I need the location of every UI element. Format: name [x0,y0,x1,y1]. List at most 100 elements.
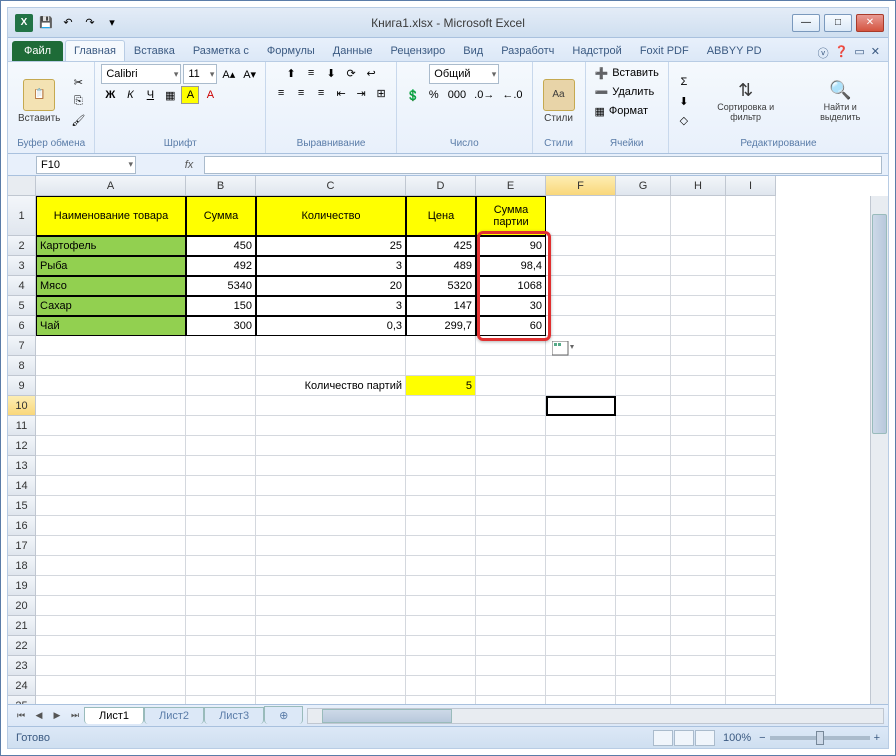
page-layout-view-button[interactable] [674,730,694,746]
cell-A6[interactable]: Чай [36,316,186,336]
cell-E23[interactable] [476,656,546,676]
undo-icon[interactable]: ↶ [58,13,78,33]
cell-E20[interactable] [476,596,546,616]
font-color-icon[interactable]: A [201,86,219,104]
cell-H18[interactable] [671,556,726,576]
cell-D23[interactable] [406,656,476,676]
cell-F18[interactable] [546,556,616,576]
tab-review[interactable]: Рецензиро [382,40,455,61]
cell-H7[interactable] [671,336,726,356]
save-icon[interactable]: 💾 [36,13,56,33]
maximize-button[interactable]: □ [824,14,852,32]
cell-E18[interactable] [476,556,546,576]
cell-B5[interactable]: 150 [186,296,256,316]
cell-I12[interactable] [726,436,776,456]
cell-B1[interactable]: Сумма [186,196,256,236]
cell-H11[interactable] [671,416,726,436]
vertical-scrollbar[interactable] [870,196,888,704]
hscroll-thumb[interactable] [322,709,452,723]
align-bottom-icon[interactable]: ⬇ [322,64,340,82]
cell-D17[interactable] [406,536,476,556]
tab-layout[interactable]: Разметка с [184,40,258,61]
sheet-tab-2[interactable]: Лист2 [144,707,204,724]
cell-B22[interactable] [186,636,256,656]
zoom-out-button[interactable]: − [759,732,765,744]
tab-formulas[interactable]: Формулы [258,40,324,61]
cell-A15[interactable] [36,496,186,516]
cells-grid[interactable]: Наименование товараСуммаКоличествоЦенаСу… [36,196,870,704]
cell-A1[interactable]: Наименование товара [36,196,186,236]
doc-close-icon[interactable]: ✕ [871,45,880,61]
cell-I23[interactable] [726,656,776,676]
cell-H17[interactable] [671,536,726,556]
format-cells-button[interactable]: ▦Формат [592,102,662,120]
cell-D8[interactable] [406,356,476,376]
cell-H4[interactable] [671,276,726,296]
cell-D16[interactable] [406,516,476,536]
cell-E7[interactable] [476,336,546,356]
row-header-8[interactable]: 8 [8,356,36,376]
cell-B7[interactable] [186,336,256,356]
cell-H6[interactable] [671,316,726,336]
cell-E4[interactable]: 1068 [476,276,546,296]
cell-C7[interactable] [256,336,406,356]
cell-G9[interactable] [616,376,671,396]
shrink-font-icon[interactable]: A▾ [240,65,259,83]
cut-icon[interactable]: ✂ [68,73,88,91]
cell-G22[interactable] [616,636,671,656]
cell-B25[interactable] [186,696,256,704]
find-select-button[interactable]: 🔍 Найти и выделить [798,78,882,125]
zoom-thumb[interactable] [816,731,824,745]
tab-nav-prev-icon[interactable]: ◀ [30,707,48,725]
cell-D18[interactable] [406,556,476,576]
cell-H15[interactable] [671,496,726,516]
cell-E3[interactable]: 98,4 [476,256,546,276]
cell-A10[interactable] [36,396,186,416]
cell-I21[interactable] [726,616,776,636]
tab-developer[interactable]: Разработч [492,40,563,61]
cell-D20[interactable] [406,596,476,616]
cell-E2[interactable]: 90 [476,236,546,256]
cell-B10[interactable] [186,396,256,416]
ribbon-options-icon[interactable]: ▭ [854,45,864,61]
cell-A11[interactable] [36,416,186,436]
align-right-icon[interactable]: ≡ [312,84,330,102]
delete-cells-button[interactable]: ➖Удалить [592,83,662,101]
cell-G4[interactable] [616,276,671,296]
cell-B9[interactable] [186,376,256,396]
increase-indent-icon[interactable]: ⇥ [352,84,370,102]
cell-B21[interactable] [186,616,256,636]
select-all-corner[interactable] [8,176,36,196]
cell-C11[interactable] [256,416,406,436]
number-format-combo[interactable]: Общий [429,64,499,84]
cell-I19[interactable] [726,576,776,596]
fill-icon[interactable]: ⬇ [675,92,693,110]
decrease-indent-icon[interactable]: ⇤ [332,84,350,102]
cell-C10[interactable] [256,396,406,416]
cell-F10[interactable] [546,396,616,416]
cell-D25[interactable] [406,696,476,704]
cell-I17[interactable] [726,536,776,556]
cell-I9[interactable] [726,376,776,396]
cell-G19[interactable] [616,576,671,596]
cell-C17[interactable] [256,536,406,556]
cell-B14[interactable] [186,476,256,496]
copy-icon[interactable]: ⎘ [68,92,88,110]
cell-I3[interactable] [726,256,776,276]
cell-B15[interactable] [186,496,256,516]
cell-H25[interactable] [671,696,726,704]
cell-H21[interactable] [671,616,726,636]
zoom-slider[interactable] [770,736,870,740]
row-header-21[interactable]: 21 [8,616,36,636]
row-header-4[interactable]: 4 [8,276,36,296]
cell-E21[interactable] [476,616,546,636]
cell-I2[interactable] [726,236,776,256]
cell-C1[interactable]: Количество [256,196,406,236]
cell-I16[interactable] [726,516,776,536]
zoom-in-button[interactable]: + [874,732,880,744]
tab-nav-next-icon[interactable]: ▶ [48,707,66,725]
cell-F22[interactable] [546,636,616,656]
cell-I25[interactable] [726,696,776,704]
cell-C23[interactable] [256,656,406,676]
cell-B20[interactable] [186,596,256,616]
